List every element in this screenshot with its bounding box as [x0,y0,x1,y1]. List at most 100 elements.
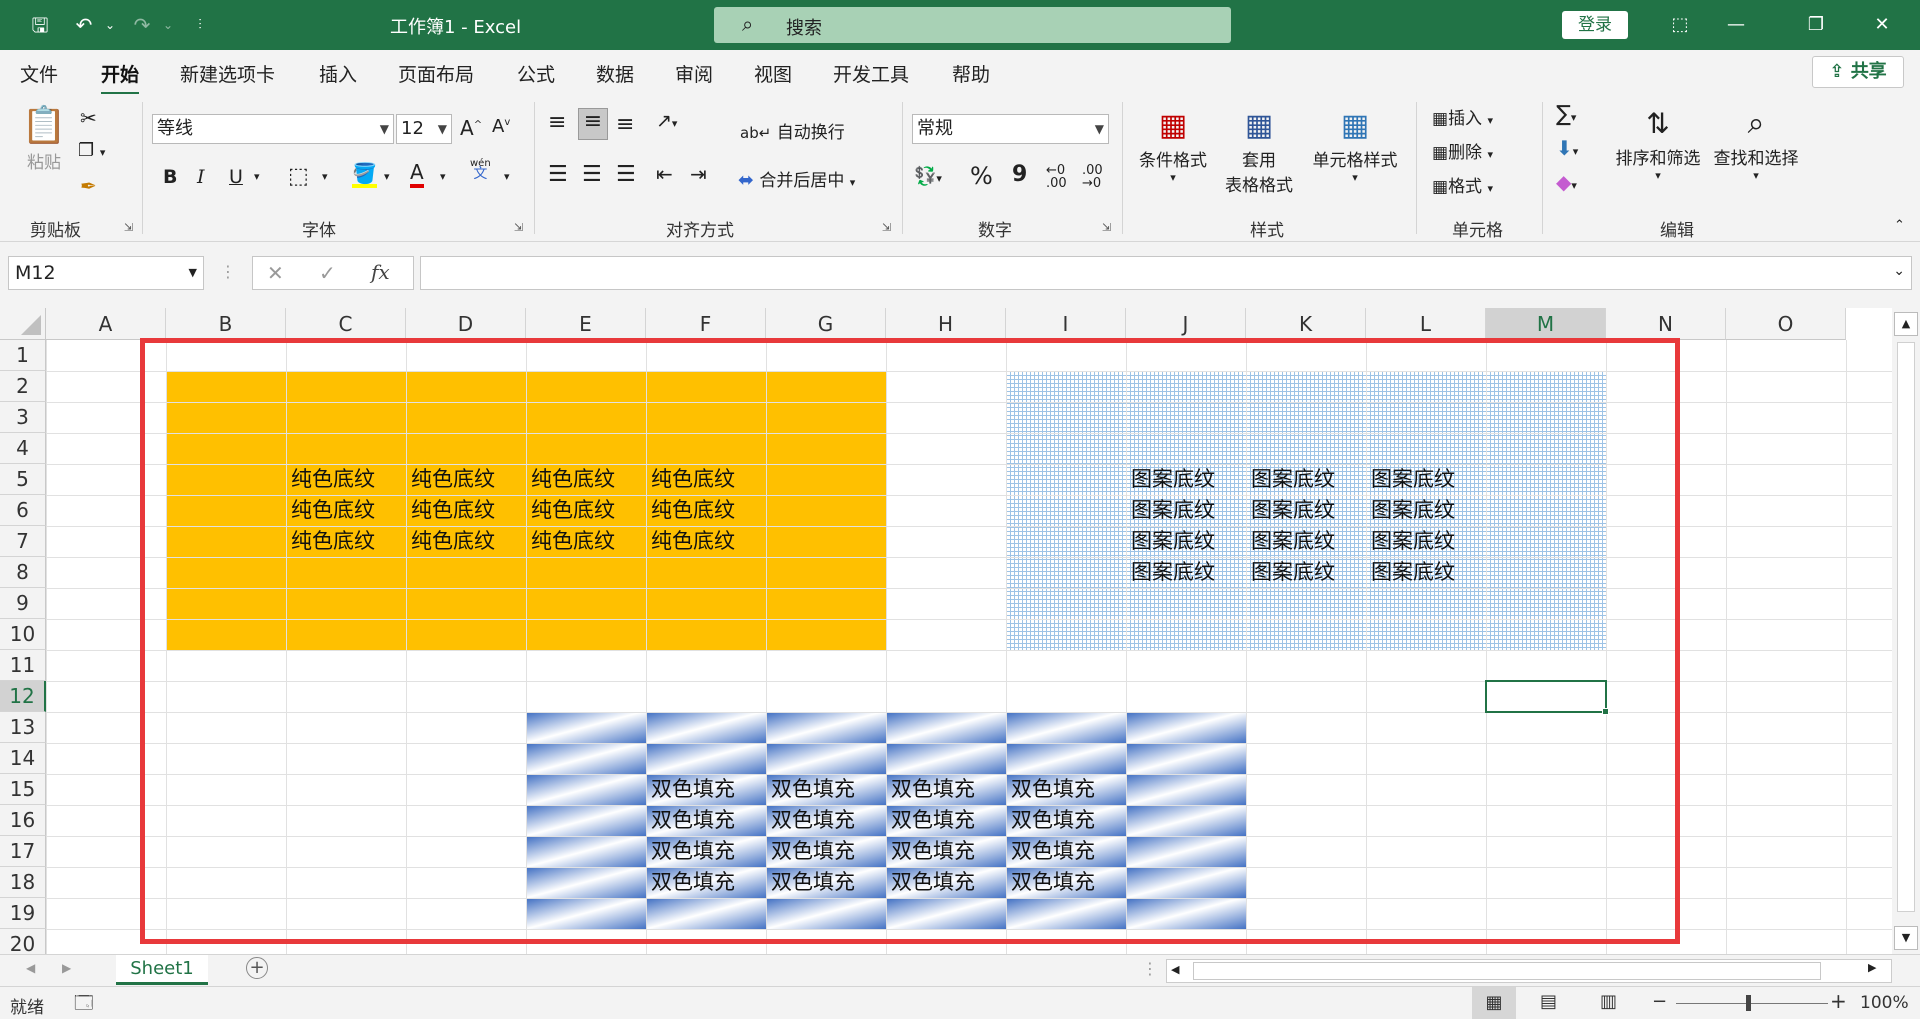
align-top-icon[interactable]: ≡ [548,110,566,135]
format-painter-icon[interactable]: ✒ [80,174,97,198]
number-launcher-icon[interactable]: ⇲ [1102,221,1111,234]
normal-view-icon[interactable]: ▦ [1472,987,1516,1019]
column-header-g[interactable]: G [766,308,886,340]
wrap-text-button[interactable]: ab↵ 自动换行 [740,118,845,143]
row-header-17[interactable]: 17 [0,836,46,867]
restore-icon[interactable]: ❐ [1796,10,1836,40]
tab-home[interactable]: 开始 [101,60,140,95]
column-header-j[interactable]: J [1126,308,1246,340]
tab-data[interactable]: 数据 [596,60,634,87]
row-header-19[interactable]: 19 [0,898,46,929]
tab-new[interactable]: 新建选项卡 [180,60,275,87]
percent-button[interactable]: % [970,162,993,190]
zoom-level[interactable]: 100% [1860,993,1909,1013]
increase-indent-icon[interactable]: ⇥ [690,162,707,186]
increase-font-icon[interactable]: A^ [460,116,482,140]
row-header-14[interactable]: 14 [0,743,46,774]
row-header-2[interactable]: 2 [0,371,46,402]
sort-filter-button[interactable]: ⇅ 排序和筛选 ▾ [1612,104,1704,182]
row-header-3[interactable]: 3 [0,402,46,433]
underline-dropdown-icon[interactable]: ▾ [254,170,260,183]
undo-dropdown-icon[interactable]: ⌄ [96,11,124,39]
search-box[interactable]: ⌕ 搜索 [714,7,1231,43]
decrease-font-icon[interactable]: Av [492,116,510,137]
tab-view[interactable]: 视图 [754,60,792,87]
horizontal-scroll-thumb[interactable] [1193,962,1821,980]
column-header-m[interactable]: M [1486,308,1606,340]
insert-function-button[interactable]: fx [371,260,390,284]
column-header-n[interactable]: N [1606,308,1726,340]
delete-cells-button[interactable]: ▦删除 ▾ [1432,138,1493,163]
scroll-up-icon[interactable]: ▲ [1894,312,1918,336]
redo-dropdown-icon[interactable]: ⌄ [154,11,182,39]
column-header-h[interactable]: H [886,308,1006,340]
expand-formula-icon[interactable]: ⌄ [1893,263,1905,279]
close-icon[interactable]: ✕ [1862,10,1902,40]
clear-icon[interactable]: ◆▾ [1556,170,1577,194]
row-header-5[interactable]: 5 [0,464,46,495]
column-header-f[interactable]: F [646,308,766,340]
tab-file[interactable]: 文件 [20,60,58,87]
column-header-c[interactable]: C [286,308,406,340]
redo-icon[interactable]: ↷ [128,11,156,39]
row-header-7[interactable]: 7 [0,526,46,557]
align-middle-icon[interactable]: ≡ [578,108,608,140]
select-all-corner[interactable] [0,308,46,340]
prev-sheet-icon[interactable]: ◀ [26,961,35,975]
align-bottom-icon[interactable]: ≡ [616,112,634,137]
cut-icon[interactable]: ✂ [80,106,97,130]
fill-dropdown-icon[interactable]: ▾ [384,170,390,183]
decrease-decimal-icon[interactable]: .00 →0 [1082,164,1103,190]
row-header-8[interactable]: 8 [0,557,46,588]
share-button[interactable]: ⇪ 共享 [1812,56,1904,88]
tab-page-layout[interactable]: 页面布局 [398,60,474,87]
login-button[interactable]: 登录 [1562,11,1628,39]
copy-icon[interactable]: ❐ ▾ [78,140,105,161]
row-header-9[interactable]: 9 [0,588,46,619]
cancel-icon[interactable]: ✕ [267,261,284,285]
customize-qat-icon[interactable]: ⫶ [186,11,214,39]
orientation-icon[interactable]: ↗▾ [656,110,677,132]
vertical-scroll-thumb[interactable] [1897,342,1915,912]
macro-record-icon[interactable]: 🗔 [74,991,94,1021]
align-left-icon[interactable]: ☰ [548,162,568,187]
border-icon[interactable]: ⬚ [288,164,309,189]
format-as-table-button[interactable]: ▦ 套用 表格格式 [1212,106,1306,196]
collapse-ribbon-icon[interactable]: ⌃ [1894,218,1905,233]
zoom-slider[interactable] [1676,1003,1828,1004]
paste-button[interactable]: 📋 粘贴 [20,104,68,173]
phonetic-icon[interactable]: wén 文 [470,158,491,181]
horizontal-scrollbar[interactable]: ◀ [1166,959,1892,983]
save-icon[interactable]: 🖫 [26,11,54,39]
scroll-down-icon[interactable]: ▼ [1894,926,1918,950]
align-right-icon[interactable]: ☰ [616,162,636,187]
sheet-tab-sheet1[interactable]: Sheet1 [116,955,208,985]
merge-center-button[interactable]: ⬌ 合并后居中 ▾ [738,166,855,191]
font-size-select[interactable]: 12 ▼ [396,114,452,144]
insert-cells-button[interactable]: ▦插入 ▾ [1432,104,1493,129]
minimize-icon[interactable]: — [1716,10,1756,40]
font-launcher-icon[interactable]: ⇲ [514,221,523,234]
row-header-10[interactable]: 10 [0,619,46,650]
font-color-icon[interactable]: A [410,160,424,188]
underline-button[interactable]: U [229,166,243,188]
fill-icon[interactable]: ⬇▾ [1556,136,1578,160]
row-header-16[interactable]: 16 [0,805,46,836]
formula-input[interactable]: ⌄ [420,256,1912,290]
accounting-icon[interactable]: 💱▾ [914,166,942,187]
row-header-11[interactable]: 11 [0,650,46,681]
row-header-6[interactable]: 6 [0,495,46,526]
undo-icon[interactable]: ↶ [70,11,98,39]
column-header-k[interactable]: K [1246,308,1366,340]
splitter-grip-icon[interactable]: ⋮ [1142,959,1158,978]
increase-decimal-icon[interactable]: ←0.00 [1046,164,1067,190]
border-dropdown-icon[interactable]: ▾ [322,170,328,183]
row-header-4[interactable]: 4 [0,433,46,464]
cell-styles-button[interactable]: ▦ 单元格样式 ▾ [1308,106,1402,184]
bold-button[interactable]: B [163,166,177,188]
tab-insert[interactable]: 插入 [319,60,357,87]
next-sheet-icon[interactable]: ▶ [62,961,71,975]
font-name-select[interactable]: 等线 ▼ [152,114,394,144]
autosum-icon[interactable]: ∑▾ [1556,102,1576,127]
tab-developer[interactable]: 开发工具 [833,60,909,87]
